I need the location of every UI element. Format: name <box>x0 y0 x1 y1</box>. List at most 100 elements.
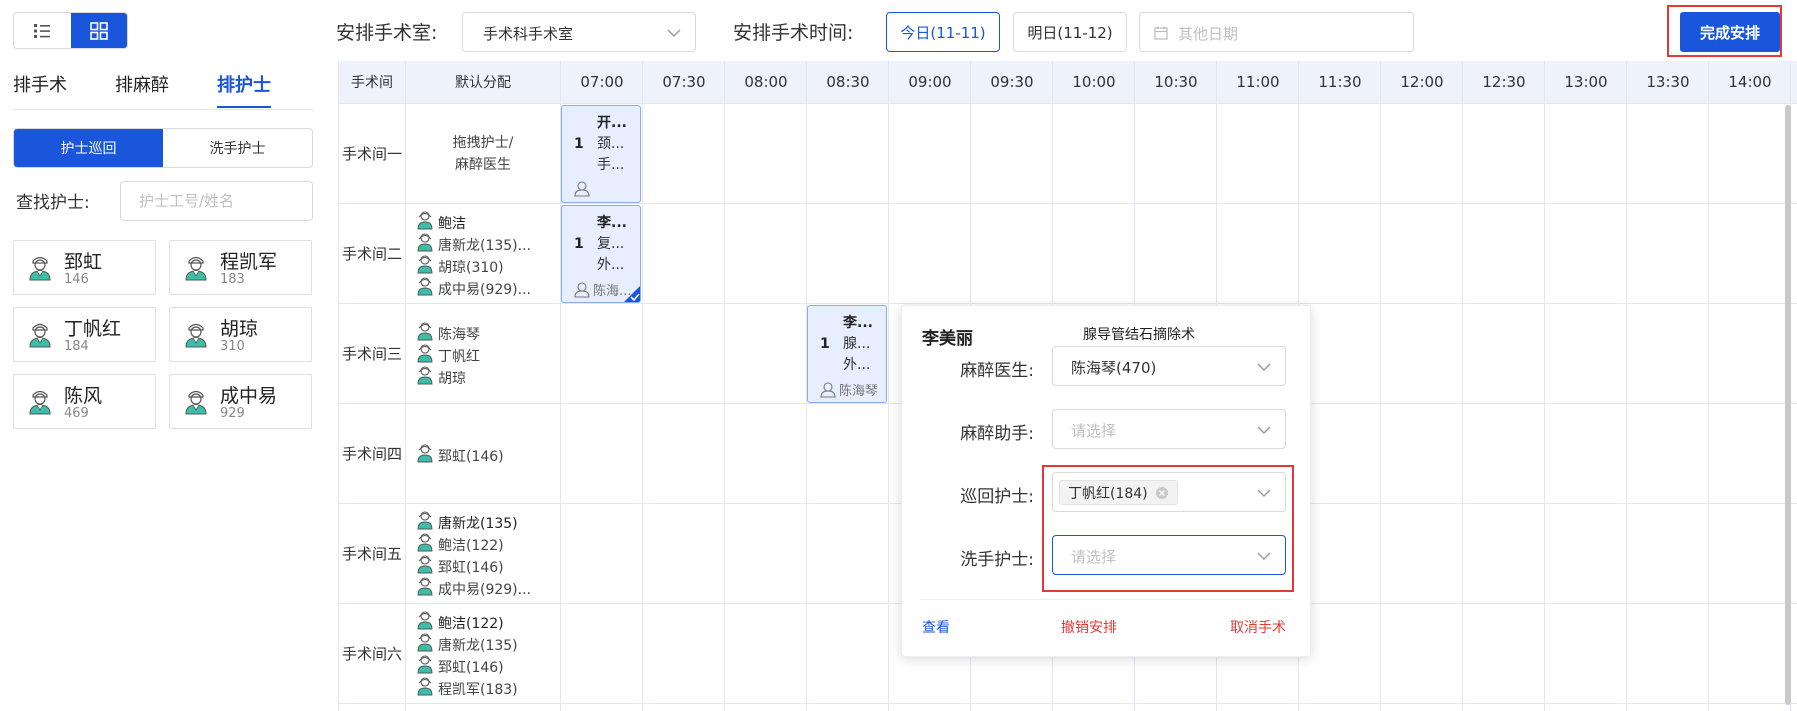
cancel-surgery-link[interactable]: 取消手术 <box>1230 617 1286 637</box>
person-icon <box>417 233 433 252</box>
anesth-assistant-label: 麻醉助手: <box>960 424 1034 444</box>
assigned-person-name: 唐新龙(135) <box>438 516 518 532</box>
assigned-person[interactable]: 丁帆红 <box>416 344 480 367</box>
grid-view-button[interactable] <box>70 13 127 48</box>
anesth-assistant-select[interactable]: 请选择 <box>1052 409 1286 449</box>
surgery-block[interactable]: 1 李... 腺... 外... 陈海琴 <box>807 305 887 403</box>
room-select[interactable]: 手术科手术室 <box>462 12 696 52</box>
view-link[interactable]: 查看 <box>922 617 950 637</box>
nurse-avatar-icon <box>29 323 51 348</box>
other-date-picker[interactable]: 其他日期 <box>1139 12 1414 52</box>
nurse-fields-highlight <box>1042 465 1294 592</box>
nurse-id: 929 <box>220 406 245 421</box>
today-button[interactable]: 今日(11-11) <box>886 12 1000 52</box>
nurse-name: 丁帆红 <box>64 318 122 340</box>
assigned-person[interactable]: 程凯军(183) <box>416 677 518 700</box>
nurse-id: 469 <box>64 406 89 421</box>
assigned-person[interactable]: 唐新龙(135) <box>416 633 518 656</box>
grid-scrollbar[interactable] <box>1785 105 1791 705</box>
room-name: 手术间一 <box>341 145 402 163</box>
person-icon <box>417 511 433 530</box>
grid-line <box>1544 61 1545 711</box>
assigned-person[interactable]: 陈海琴 <box>416 322 480 345</box>
assigned-person[interactable]: 唐新龙(135) <box>416 511 518 534</box>
nurse-card[interactable]: 郅虹 146 <box>13 240 156 295</box>
chevron-down-icon <box>1257 426 1271 434</box>
assigned-person[interactable]: 胡琼(310) <box>416 255 504 278</box>
person-icon <box>417 344 433 363</box>
surgery-operation: 复... <box>597 236 625 252</box>
doctor-icon <box>574 282 590 298</box>
assigned-person-name: 唐新龙(135)... <box>438 238 531 254</box>
assigned-person[interactable]: 成中易(929)... <box>416 277 531 300</box>
nurse-name: 成中易 <box>220 385 278 407</box>
nurse-id: 183 <box>220 272 245 287</box>
assigned-person-name: 鲍洁 <box>438 216 466 232</box>
surgery-sequence: 1 <box>820 336 830 352</box>
nurse-name: 郅虹 <box>64 251 103 273</box>
header-default: 默认分配 <box>455 75 511 91</box>
tab-schedule-nurse[interactable]: 排护士 <box>217 72 271 108</box>
surgery-patient: 李... <box>597 215 627 231</box>
person-icon <box>417 444 433 463</box>
assigned-person[interactable]: 郅虹(146) <box>416 444 504 467</box>
room-name: 手术间五 <box>341 545 402 563</box>
surgery-doctor-name: 陈海琴 <box>839 384 879 399</box>
surgery-sequence: 1 <box>574 136 584 152</box>
nurse-id: 184 <box>64 339 89 354</box>
nurse-type-tabs: 护士巡回 洗手护士 <box>13 128 313 168</box>
nurse-card[interactable]: 成中易 929 <box>169 374 312 429</box>
assigned-person[interactable]: 鲍洁(122) <box>416 533 504 556</box>
person-icon <box>417 255 433 274</box>
tab-schedule-anesthesia[interactable]: 排麻醉 <box>115 72 169 100</box>
assigned-person[interactable]: 鲍洁(122) <box>416 611 504 634</box>
undo-arrangement-link[interactable]: 撤销安排 <box>1061 617 1117 637</box>
tab-schedule-surgery[interactable]: 排手术 <box>13 72 67 100</box>
chevron-down-icon <box>1257 363 1271 371</box>
assigned-person[interactable]: 唐新龙(135)... <box>416 233 531 256</box>
assigned-person[interactable]: 成中易(929)... <box>416 577 531 600</box>
assigned-person-name: 郅虹(146) <box>438 449 504 465</box>
assigned-person[interactable]: 胡琼 <box>416 366 466 389</box>
scrub-nurse-label: 洗手护士: <box>960 550 1034 570</box>
doctor-icon <box>820 382 836 398</box>
nurse-card[interactable]: 丁帆红 184 <box>13 307 156 362</box>
surgery-department: 手... <box>597 157 625 173</box>
person-icon <box>417 655 433 674</box>
tab-scrub-nurse[interactable]: 洗手护士 <box>163 129 312 167</box>
tomorrow-button[interactable]: 明日(11-12) <box>1013 12 1127 52</box>
grid-line <box>888 61 889 711</box>
person-icon <box>417 633 433 652</box>
room-name: 手术间二 <box>341 245 402 263</box>
anesthetist-select[interactable]: 陈海琴(470) <box>1052 346 1286 386</box>
grid-line <box>724 61 725 711</box>
assigned-person-name: 陈海琴 <box>438 327 480 343</box>
surgery-doctor <box>574 180 593 197</box>
list-icon <box>34 23 51 38</box>
anesthetist-label: 麻醉医生: <box>960 361 1034 381</box>
room-name: 手术间三 <box>341 345 402 363</box>
nurse-card[interactable]: 陈风 469 <box>13 374 156 429</box>
surgery-block[interactable]: 1 李... 复... 外... 陈海... <box>561 205 641 303</box>
person-icon <box>417 577 433 596</box>
complete-button[interactable]: 完成安排 <box>1680 12 1780 52</box>
grid-line <box>1708 61 1709 711</box>
assigned-person[interactable]: 郅虹(146) <box>416 555 504 578</box>
nurse-search-input[interactable] <box>120 181 313 221</box>
surgery-patient: 李... <box>843 315 873 331</box>
main-tabs: 排手术 排麻醉 排护士 <box>13 72 313 110</box>
assigned-person-name: 成中易(929)... <box>438 282 531 298</box>
anesth-assistant-placeholder: 请选择 <box>1071 422 1117 440</box>
person-icon <box>417 322 433 341</box>
tab-circulating-nurse[interactable]: 护士巡回 <box>14 129 163 167</box>
nurse-card[interactable]: 胡琼 310 <box>169 307 312 362</box>
list-view-button[interactable] <box>14 13 71 48</box>
assigned-person[interactable]: 郅虹(146) <box>416 655 504 678</box>
surgery-block[interactable]: 1 开... 颈... 手... <box>561 105 641 203</box>
nurse-card[interactable]: 程凯军 183 <box>169 240 312 295</box>
nurse-avatar-icon <box>185 390 207 415</box>
assigned-person[interactable]: 鲍洁 <box>416 211 466 234</box>
nurse-name: 胡琼 <box>220 318 259 340</box>
circulating-nurse-label: 巡回护士: <box>960 487 1034 507</box>
nurse-id: 146 <box>64 272 89 287</box>
